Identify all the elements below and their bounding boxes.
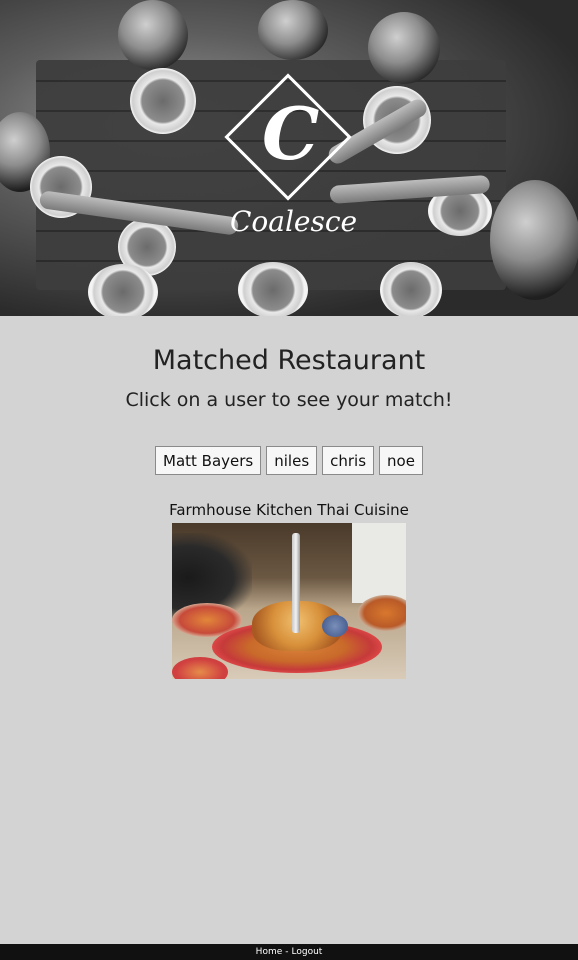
user-button-matt-bayers[interactable]: Matt Bayers [155, 446, 262, 475]
user-button-group: Matt Bayers niles chris noe [0, 446, 578, 475]
hero-plate [238, 262, 308, 316]
hero-plate [380, 262, 442, 316]
hero-diner [490, 180, 578, 300]
logo-wordmark: Coalesce [230, 205, 358, 238]
page: C Coalesce Matched Restaurant Click on a… [0, 0, 578, 960]
hero-diner [368, 12, 440, 84]
restaurant-name: Farmhouse Kitchen Thai Cuisine [169, 501, 409, 519]
logo-letter: C [262, 91, 320, 176]
restaurant-photo [172, 523, 406, 679]
hero-banner: C Coalesce [0, 0, 578, 316]
hero-diner [118, 0, 188, 70]
photo-blue-rice [322, 615, 348, 637]
photo-knife [292, 533, 300, 633]
hero-plate [130, 68, 196, 134]
user-button-niles[interactable]: niles [266, 446, 318, 475]
photo-front-dish [172, 657, 228, 679]
page-title: Matched Restaurant [152, 345, 426, 376]
footer-bar: Home - Logout [0, 944, 578, 960]
hero-plate [88, 264, 158, 316]
footer-separator: - [285, 947, 289, 957]
footer-logout-link[interactable]: Logout [292, 944, 323, 960]
footer-home-link[interactable]: Home [256, 944, 283, 960]
page-subtitle: Click on a user to see your match! [125, 389, 453, 411]
user-button-noe[interactable]: noe [379, 446, 423, 475]
photo-side-dish [358, 595, 406, 631]
hero-diner [258, 0, 328, 60]
user-button-chris[interactable]: chris [322, 446, 375, 475]
photo-window [352, 523, 406, 603]
